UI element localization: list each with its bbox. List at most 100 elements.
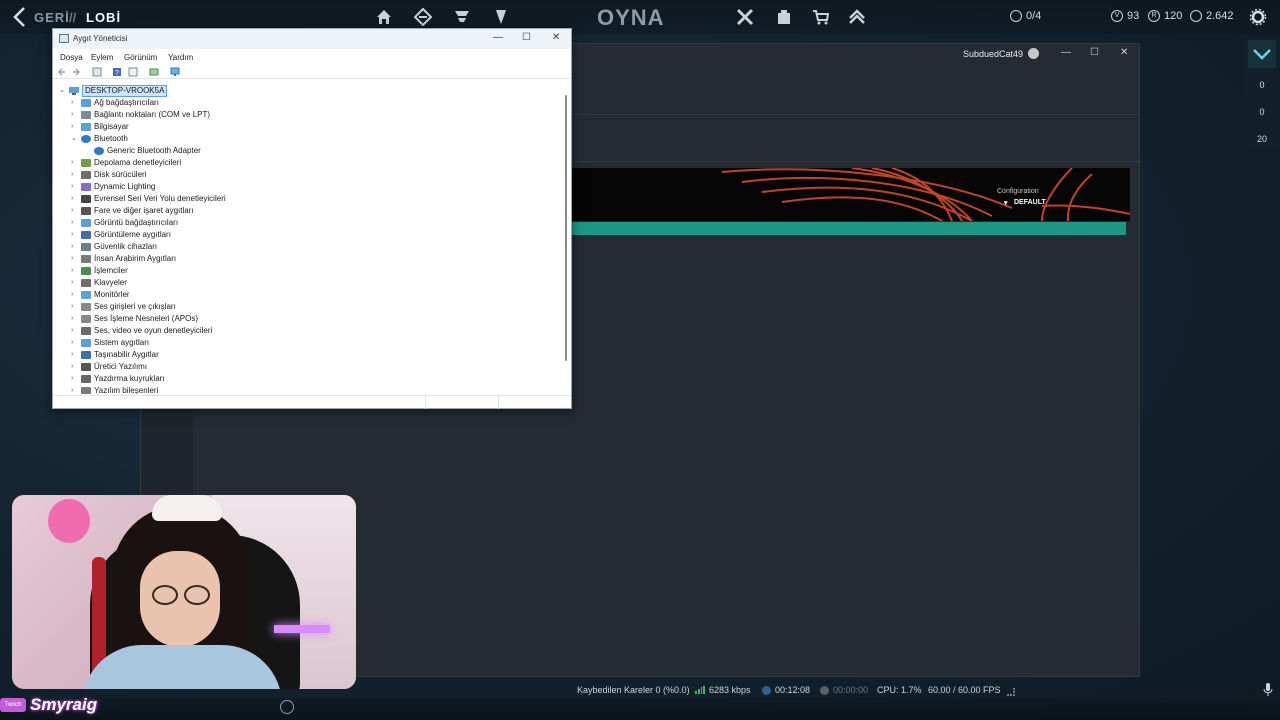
kingdom-credits[interactable]: 2.642	[1190, 10, 1234, 22]
device-manager-window: Aygıt Yöneticisi — ☐ ✕ Dosya Eylem Görün…	[52, 28, 572, 409]
radianite-points[interactable]: R 120	[1148, 10, 1182, 22]
gear-icon[interactable]	[1249, 8, 1267, 26]
resize-grip[interactable]	[1007, 688, 1015, 696]
signal-icon	[695, 686, 705, 694]
scrollbar[interactable]	[565, 95, 567, 361]
collection-icon[interactable]	[492, 8, 510, 26]
chevron-right-icon[interactable]: ›	[71, 289, 79, 301]
menu-file[interactable]: Dosya	[60, 51, 83, 62]
kingdom-credits-icon	[1190, 10, 1202, 22]
microphone-icon[interactable]	[1263, 683, 1273, 697]
status-bar	[53, 395, 571, 409]
tree-item-label: Generic Bluetooth Adapter	[107, 146, 201, 155]
forward-arrow-icon[interactable]	[71, 67, 81, 77]
streamer-tag: Twitch Smyraig	[0, 692, 97, 718]
chevron-right-icon[interactable]: ›	[71, 301, 79, 313]
back-arrow-icon[interactable]	[10, 6, 30, 28]
twitch-badge: Twitch	[0, 698, 26, 712]
chevron-right-icon[interactable]: ›	[71, 253, 79, 265]
battlepass-icon[interactable]	[736, 8, 754, 26]
panel-value-2: 0	[1259, 107, 1265, 117]
configuration-banner: Configuration DEFAULT	[572, 168, 1130, 221]
career-icon[interactable]	[453, 8, 471, 26]
view-icon[interactable]	[128, 67, 138, 77]
chevron-down-icon[interactable]: ⌄	[59, 85, 67, 97]
device-manager-titlebar[interactable]: Aygıt Yöneticisi — ☐ ✕	[53, 29, 571, 49]
chevron-right-icon[interactable]: ›	[71, 373, 79, 385]
chevron-right-icon[interactable]: ›	[71, 193, 79, 205]
device-category-icon	[81, 99, 91, 107]
username[interactable]: SubduedCat49	[963, 49, 1023, 59]
tree-item-label: Dynamic Lighting	[94, 182, 156, 191]
tree-item-label: Disk sürücüleri	[94, 170, 147, 179]
chevron-right-icon[interactable]: ›	[71, 169, 79, 181]
app-logo[interactable]	[1248, 40, 1276, 68]
dropped-frames: Kaybedilen Kareler 0 (%0.0)	[577, 685, 690, 695]
chevron-right-icon[interactable]: ›	[71, 157, 79, 169]
tree-item-label: Bluetooth	[94, 134, 128, 143]
device-category-icon	[81, 255, 91, 263]
monitor-icon[interactable]	[170, 67, 180, 77]
play-button[interactable]: OYNA	[597, 5, 665, 31]
device-category-icon	[81, 291, 91, 299]
chevron-down-icon[interactable]: ⌄	[71, 133, 79, 145]
location-label: LOBİ	[86, 10, 122, 25]
tree-item-label: Güvenlik cihazları	[94, 242, 158, 251]
panel-value-1: 0	[1259, 80, 1265, 90]
device-category-icon	[81, 315, 91, 323]
chevron-right-icon[interactable]: ›	[71, 97, 79, 109]
properties-icon[interactable]	[92, 67, 102, 77]
device-category-icon	[81, 327, 91, 335]
chevron-right-icon[interactable]: ›	[71, 109, 79, 121]
device-category-icon	[81, 219, 91, 227]
chevron-right-icon[interactable]: ›	[71, 277, 79, 289]
tree-item-label: Monitörler	[94, 290, 130, 299]
chevron-right-icon[interactable]: ›	[71, 229, 79, 241]
chevron-right-icon[interactable]: ›	[71, 205, 79, 217]
configuration-select[interactable]: DEFAULT	[1002, 199, 1122, 211]
menu-help[interactable]: Yardım	[168, 51, 193, 62]
chevron-right-icon[interactable]: ›	[71, 181, 79, 193]
chevron-right-icon[interactable]: ›	[71, 385, 79, 394]
stripe-decoration	[721, 168, 1130, 221]
chevron-right-icon[interactable]: ›	[71, 349, 79, 361]
valorant-points[interactable]: V 93	[1111, 10, 1139, 22]
chevron-right-icon[interactable]: ›	[71, 337, 79, 349]
menu-view[interactable]: Görünüm	[124, 51, 157, 62]
computer-icon	[69, 87, 79, 95]
close-button[interactable]: ✕	[1120, 47, 1128, 58]
maximize-button[interactable]: ☐	[1090, 47, 1099, 58]
close-button[interactable]: ✕	[552, 32, 560, 43]
back-label[interactable]: GERİ	[34, 10, 70, 25]
streamer-name: Smyraig	[30, 695, 98, 714]
window-title: Aygıt Yöneticisi	[73, 34, 128, 43]
tree-item-label: Bilgisayar	[94, 122, 129, 131]
chevron-right-icon[interactable]: ›	[71, 121, 79, 133]
help-icon[interactable]: ?	[112, 67, 122, 77]
minimize-button[interactable]: —	[1061, 47, 1071, 58]
store-icon[interactable]	[775, 8, 793, 26]
chevron-right-icon[interactable]: ›	[71, 313, 79, 325]
chevron-right-icon[interactable]: ›	[71, 325, 79, 337]
right-side-panel: 0 0 20	[1244, 38, 1280, 150]
scan-hardware-icon[interactable]	[149, 67, 159, 77]
agents-icon[interactable]	[414, 8, 432, 26]
minimize-button[interactable]: —	[493, 32, 503, 43]
led-light	[274, 625, 330, 633]
rank-icon[interactable]	[848, 8, 866, 26]
back-arrow-icon[interactable]	[57, 67, 67, 77]
chevron-right-icon[interactable]: ›	[71, 265, 79, 277]
chevron-right-icon[interactable]: ›	[71, 241, 79, 253]
device-tree: ⌄ DESKTOP-VROOK5A › Ağ bağdaştırıcıları › B…	[53, 83, 563, 394]
cart-icon[interactable]	[812, 8, 830, 26]
device-category-icon	[81, 339, 91, 347]
glasses-lens	[184, 585, 210, 605]
home-icon[interactable]	[375, 8, 393, 26]
avatar[interactable]	[1028, 48, 1039, 59]
tree-item-label: Yazılım bileşenleri	[94, 386, 159, 394]
chevron-right-icon[interactable]: ›	[71, 361, 79, 373]
party-count[interactable]: 0/4	[1010, 10, 1041, 22]
chevron-right-icon[interactable]: ›	[71, 217, 79, 229]
maximize-button[interactable]: ☐	[522, 32, 531, 43]
menu-action[interactable]: Eylem	[91, 51, 113, 62]
